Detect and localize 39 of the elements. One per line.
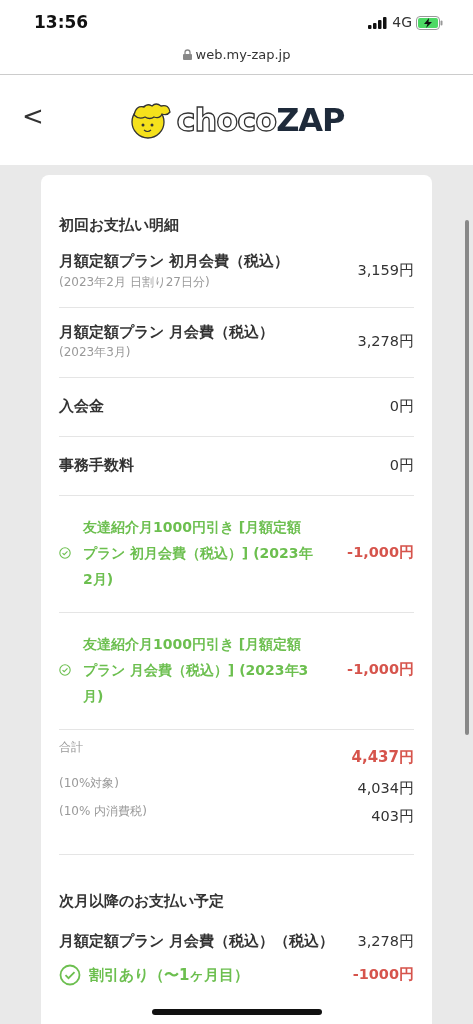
item-note: (2023年3月) (59, 344, 132, 362)
logo-text: ZAP (276, 100, 345, 141)
discount-amount: -1,000円 (347, 659, 414, 679)
check-circle-icon (59, 546, 71, 559)
signal-icon (368, 16, 389, 29)
item-note: (2023年2月 日割り27日分) (59, 273, 211, 291)
total-amount: 4,437円 (351, 746, 414, 768)
item-label: 月額定額プラン 初月会費（税込） (59, 251, 290, 271)
item-label: 事務手数料 (59, 456, 134, 475)
discount-amount: -1,000円 (347, 542, 414, 562)
item-amount: 0円 (389, 456, 414, 475)
total-amount: 4,034円 (357, 778, 414, 798)
network-label: 4G (392, 13, 412, 32)
section-title: 次月以降のお支払い予定 (59, 891, 225, 911)
item-amount: 3,159円 (357, 260, 414, 280)
logo-icon (128, 101, 173, 139)
item-amount: 3,278円 (357, 931, 414, 951)
logo-text: choco (176, 100, 277, 141)
item-amount: 0円 (389, 397, 414, 417)
item-label: 月額定額プラン 月会費（税込） (59, 322, 275, 342)
check-circle-icon (59, 663, 71, 676)
total-amount: 403円 (371, 806, 414, 826)
discount-label: 友達紹介月1000円引き [月額定額プラン 月会費（税込）] (2023年3月) (83, 634, 310, 706)
check-circle-icon (59, 964, 81, 987)
total-label: 合計 (59, 738, 83, 756)
url-text[interactable]: web.my-zap.jp (195, 45, 291, 65)
item-label: 月額定額プラン 月会費（税込）（税込） (59, 931, 335, 951)
section-title: 初回お支払い明細 (59, 216, 180, 235)
item-label: 入会金 (59, 397, 104, 417)
discount-label: 割引あり（〜1ヶ月目） (89, 965, 250, 987)
clock-time: 13:56 (34, 10, 89, 34)
discount-amount: -1000円 (352, 965, 414, 985)
back-button[interactable]: < (18, 103, 48, 129)
battery-charging-icon (416, 15, 443, 30)
item-amount: 3,278円 (357, 331, 414, 351)
discount-label: 友達紹介月1000円引き [月額定額プラン 初月会費（税込）] (2023年2月) (83, 517, 314, 589)
total-label: (10% 内消費税) (59, 802, 147, 820)
lock-icon (182, 49, 192, 60)
total-label: (10%対象) (59, 774, 120, 792)
